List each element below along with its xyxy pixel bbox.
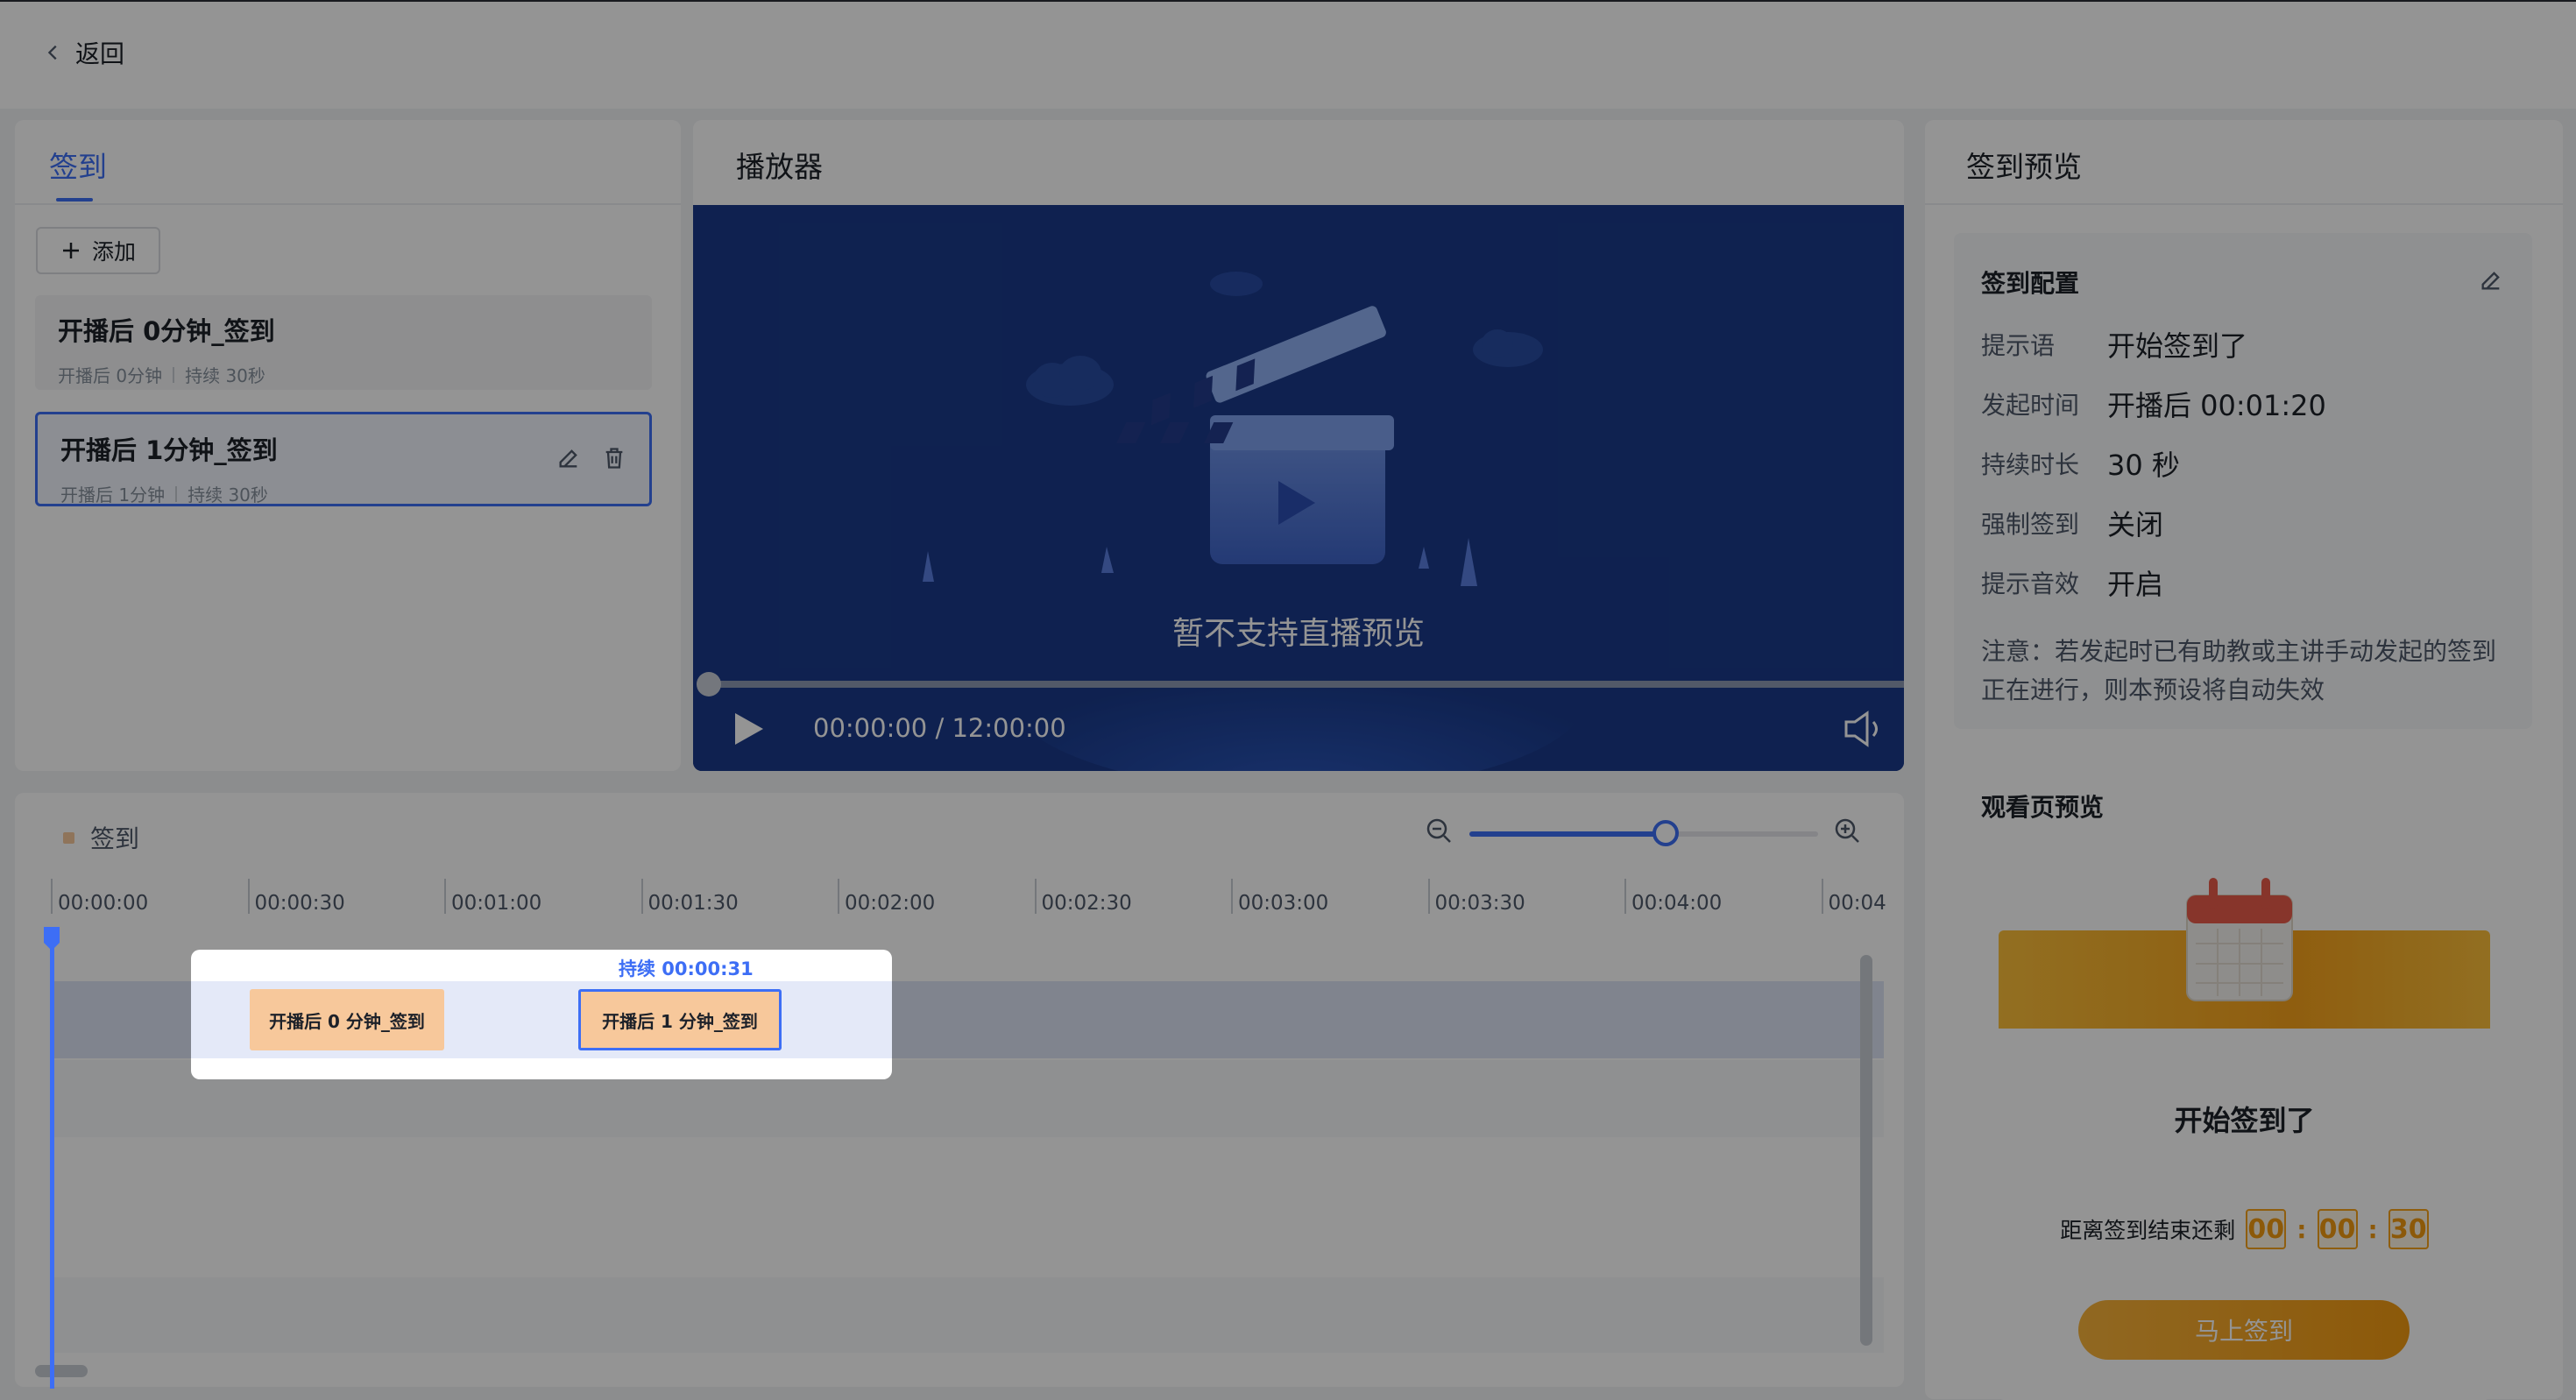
timeline-legend: 签到: [63, 820, 139, 855]
config-row: 提示音效 开启: [1981, 562, 2163, 603]
preview-unsupported-message: 暂不支持直播预览: [1171, 616, 1425, 652]
timeline-block-selected[interactable]: 开播后 1 分钟_签到: [578, 989, 782, 1050]
countdown-seconds: 30: [2388, 1209, 2429, 1249]
vertical-scrollbar[interactable]: [1860, 955, 1872, 1346]
zoom-out-icon[interactable]: [1425, 817, 1453, 845]
separator: [175, 485, 178, 502]
countdown: 距离签到结束还剩 00 : 00 : 30: [1999, 1209, 2490, 1249]
ruler-label: 00:03:30: [1434, 892, 1525, 915]
config-row: 提示语 开始签到了: [1981, 324, 2247, 364]
config-row: 强制签到 关闭: [1981, 503, 2163, 543]
ruler-tick: [444, 879, 446, 914]
config-row: 持续时长 30 秒: [1981, 443, 2180, 484]
timeline-track: [53, 1277, 1884, 1353]
panel-divider: [1925, 203, 2563, 205]
ruler-label: 00:04:00: [1631, 892, 1723, 915]
add-label: 添加: [91, 239, 136, 265]
ruler-tick: [1624, 879, 1626, 914]
countdown-colon: :: [2296, 1214, 2307, 1244]
timeline-block[interactable]: 开播后 0 分钟_签到: [250, 989, 444, 1050]
ruler-tick: [838, 879, 839, 914]
ruler-label: 00:00:30: [254, 892, 345, 915]
chevron-left-icon: [47, 45, 57, 60]
progress-bar[interactable]: [707, 681, 1904, 688]
checkin-item-start: 开播后 0分钟: [58, 365, 163, 386]
countdown-label: 距离签到结束还剩: [2060, 1218, 2236, 1243]
config-label: 持续时长: [1981, 450, 2080, 479]
legend-swatch: [63, 831, 74, 844]
config-value: 30 秒: [2107, 449, 2180, 482]
ruler-label: 00:02:30: [1041, 892, 1132, 915]
config-value: 开启: [2107, 568, 2164, 601]
ruler-tick: [247, 879, 250, 914]
volume-icon[interactable]: [1841, 706, 1886, 752]
sign-in-button[interactable]: 马上签到: [2078, 1300, 2410, 1360]
config-label: 提示音效: [1981, 569, 2080, 598]
time-display: 00:00:00 / 12:00:00: [813, 713, 1066, 743]
separator: [173, 366, 175, 383]
calendar-icon: [2186, 878, 2293, 1001]
checkin-item-title: 开播后 1分钟_签到: [60, 435, 278, 465]
duration-tooltip: 持续 00:00:31: [619, 958, 754, 979]
playhead[interactable]: [50, 931, 54, 1389]
top-bar: [0, 0, 2576, 109]
ruler-tick: [51, 879, 53, 914]
ruler-label: 00:04: [1828, 892, 1886, 915]
config-value: 开始签到了: [2107, 329, 2248, 363]
plus-icon: [62, 243, 79, 258]
config-title: 签到配置: [1981, 269, 2080, 298]
ruler-tick: [1034, 879, 1037, 914]
countdown-hours: 00: [2246, 1209, 2287, 1249]
horizontal-scrollbar[interactable]: [35, 1365, 88, 1377]
config-value: 开播后 00:01:20: [2107, 389, 2326, 422]
countdown-minutes: 00: [2317, 1209, 2358, 1249]
playhead-handle[interactable]: [42, 927, 61, 951]
tab-checkin[interactable]: 签到: [49, 144, 107, 186]
edit-icon[interactable]: [2479, 268, 2503, 293]
ruler-label: 00:00:00: [58, 892, 149, 915]
checkin-item-duration: 持续 30秒: [188, 484, 268, 506]
edit-icon[interactable]: [556, 446, 581, 470]
watch-message: 开始签到了: [2174, 1104, 2315, 1137]
checkin-item[interactable]: 开播后 0分钟_签到 开播后 0分钟 持续 30秒: [35, 295, 652, 390]
ruler-tick: [640, 879, 643, 914]
back-label: 返回: [75, 39, 125, 68]
delete-icon[interactable]: [602, 446, 626, 470]
player-title: 播放器: [736, 150, 823, 184]
back-button[interactable]: 返回: [44, 33, 124, 72]
checkin-item-duration: 持续 30秒: [185, 365, 265, 386]
preview-panel-title: 签到预览: [1966, 150, 2082, 184]
config-row: 发起时间 开播后 00:01:20: [1981, 384, 2326, 424]
play-icon[interactable]: [732, 710, 767, 748]
config-label: 提示语: [1981, 331, 2056, 360]
ruler-tick: [1821, 879, 1823, 914]
countdown-colon: :: [2367, 1214, 2378, 1244]
watch-preview-title: 观看页预览: [1981, 793, 2105, 822]
checkin-item-title: 开播后 0分钟_签到: [58, 316, 275, 346]
ruler-tick: [1427, 879, 1430, 914]
tab-underline: [56, 198, 93, 202]
checkin-item-start: 开播后 1分钟: [60, 484, 166, 506]
progress-handle[interactable]: [697, 672, 721, 696]
zoom-slider-fill: [1469, 831, 1667, 837]
ruler-label: 00:02:00: [845, 892, 936, 915]
config-value: 关闭: [2107, 508, 2164, 541]
ruler-label: 00:03:00: [1238, 892, 1329, 915]
video-area: 暂不支持直播预览 00:00:00 / 12:00:00: [693, 205, 1904, 771]
legend-label: 签到: [90, 824, 140, 853]
zoom-in-icon[interactable]: [1833, 817, 1861, 845]
config-label: 强制签到: [1981, 510, 2080, 539]
checkin-item-selected[interactable]: 开播后 1分钟_签到 开播后 1分钟 持续 30秒: [35, 412, 652, 506]
ruler-tick: [1231, 879, 1233, 914]
config-note: 注意：若发起时已有助教或主讲手动发起的签到正在进行，则本预设将自动失效: [1981, 637, 2497, 704]
add-button[interactable]: 添加: [36, 227, 160, 274]
config-label: 发起时间: [1981, 391, 2080, 420]
panel-divider: [15, 203, 681, 205]
ruler-label: 00:01:30: [648, 892, 739, 915]
zoom-slider-handle[interactable]: [1652, 820, 1679, 846]
ruler-label: 00:01:00: [451, 892, 542, 915]
